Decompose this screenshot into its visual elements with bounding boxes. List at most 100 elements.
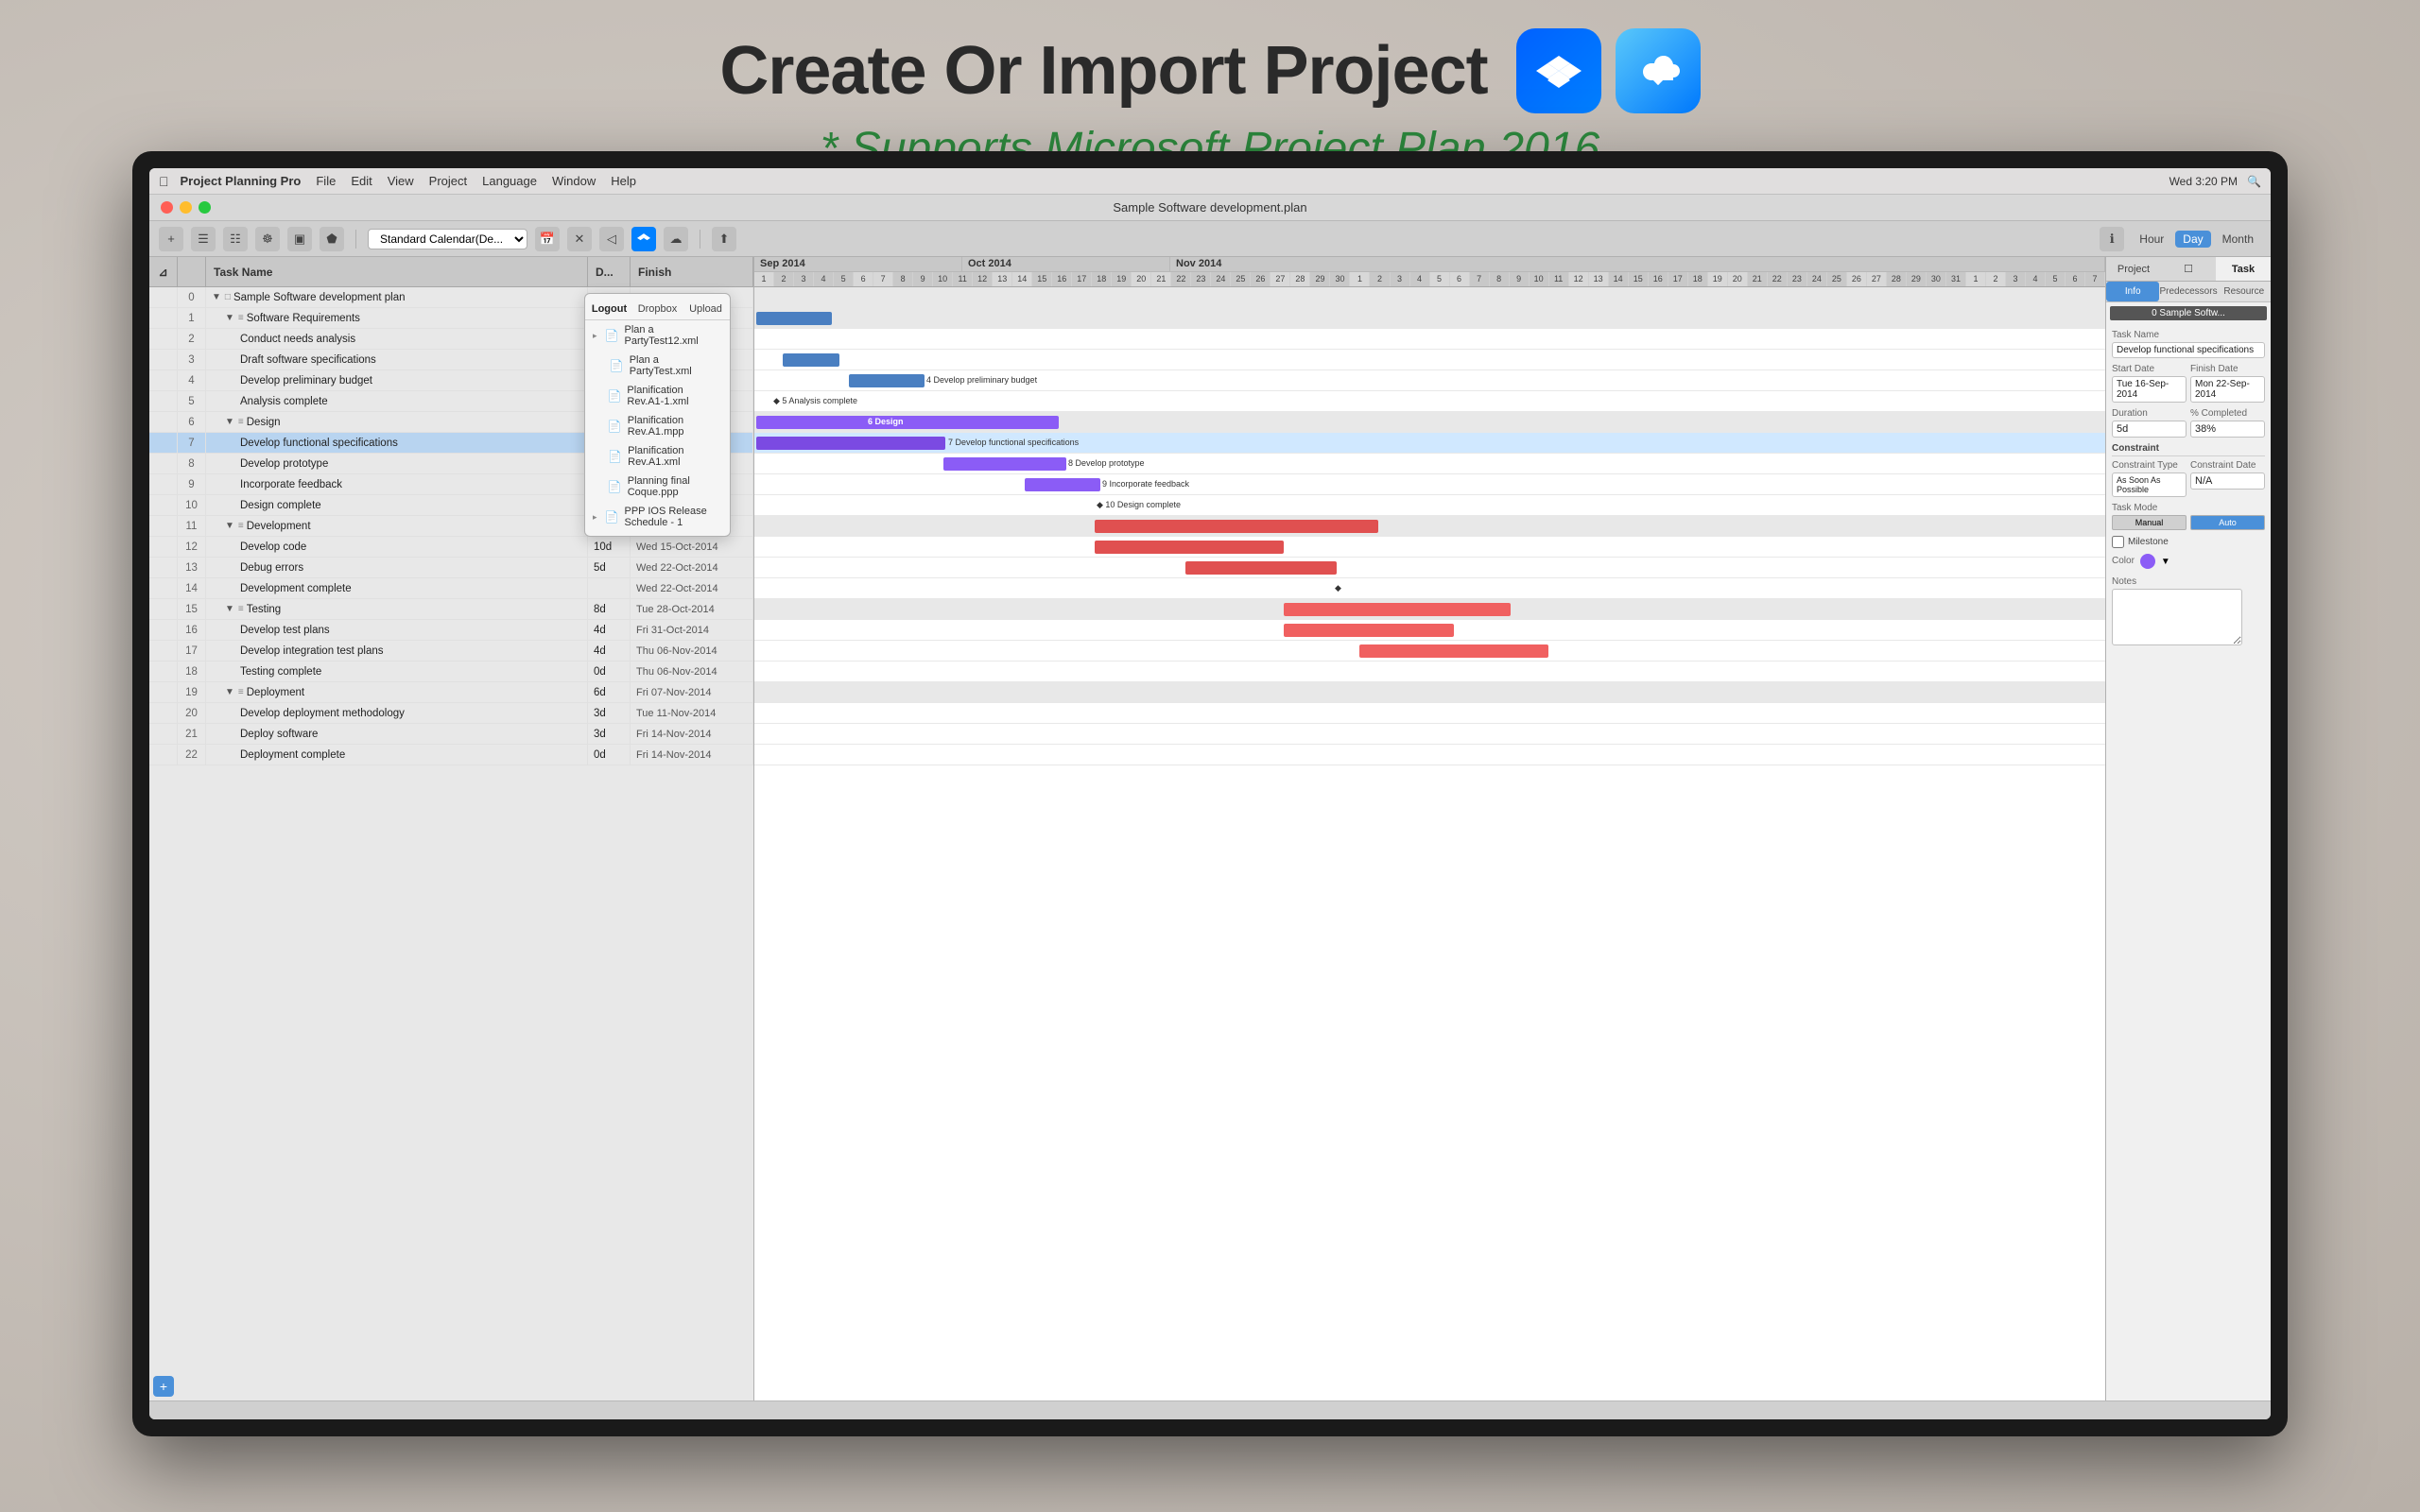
panel-finish-value[interactable]: Mon 22-Sep-2014 bbox=[2190, 376, 2265, 403]
gantt-day: 26 bbox=[1847, 272, 1867, 286]
menu-view[interactable]: View bbox=[388, 174, 414, 188]
toolbar-btn-1[interactable]: ☰ bbox=[191, 227, 216, 251]
gantt-body[interactable]: 4 Develop preliminary budget ◆ 5 Analysi… bbox=[754, 287, 2105, 1400]
window-controls bbox=[161, 201, 211, 214]
list-item[interactable]: 📄 Planification Rev.A1-1.xml bbox=[585, 381, 730, 411]
gantt-day: 16 bbox=[1649, 272, 1668, 286]
table-row[interactable]: 13 Debug errors 5d Wed 22-Oct-2014 bbox=[149, 558, 753, 578]
gantt-bar bbox=[783, 353, 839, 367]
list-item[interactable]: 📄 Plan a PartyTest.xml bbox=[585, 351, 730, 381]
right-tab-info[interactable]: ☐ bbox=[2161, 257, 2216, 281]
menu-app-name[interactable]: Project Planning Pro bbox=[181, 174, 302, 188]
view-day-button[interactable]: Day bbox=[2175, 231, 2210, 248]
gantt-bar-label: 6 Design bbox=[868, 417, 904, 426]
gantt-day: 12 bbox=[1569, 272, 1589, 286]
color-swatch[interactable] bbox=[2140, 554, 2155, 569]
toolbar-sep-1 bbox=[355, 230, 356, 249]
dropbox-toolbar-icon[interactable] bbox=[631, 227, 656, 251]
calendar-select[interactable]: Standard Calendar(De... bbox=[368, 229, 527, 249]
color-dropdown-icon[interactable]: ▼ bbox=[2161, 557, 2170, 567]
view-hour-button[interactable]: Hour bbox=[2132, 231, 2171, 248]
list-item[interactable]: 📄 Planification Rev.A1.mpp bbox=[585, 411, 730, 441]
gantt-row bbox=[754, 620, 2105, 641]
gantt-row: 7 Develop functional specifications bbox=[754, 433, 2105, 454]
dropdown-tab-dropbox[interactable]: Dropbox bbox=[633, 298, 682, 319]
menu-language[interactable]: Language bbox=[482, 174, 537, 188]
toolbar-btn-6[interactable]: ◁ bbox=[599, 227, 624, 251]
gantt-day: 20 bbox=[1132, 272, 1151, 286]
gantt-row: ◆ 10 Design complete bbox=[754, 495, 2105, 516]
right-tab-task[interactable]: Task bbox=[2216, 257, 2271, 281]
info-button[interactable]: ℹ bbox=[2100, 227, 2124, 251]
table-row[interactable]: 18 Testing complete 0d Thu 06-Nov-2014 bbox=[149, 662, 753, 682]
gantt-milestone-label: ◆ 5 Analysis complete bbox=[773, 396, 857, 406]
milestone-checkbox[interactable] bbox=[2112, 536, 2124, 548]
table-row[interactable]: 17 Develop integration test plans 4d Thu… bbox=[149, 641, 753, 662]
gantt-day: 6 bbox=[2066, 272, 2085, 286]
menu-window[interactable]: Window bbox=[552, 174, 596, 188]
window-close-button[interactable] bbox=[161, 201, 173, 214]
toolbar-btn-2[interactable]: ☷ bbox=[223, 227, 248, 251]
add-row-button[interactable]: + bbox=[153, 1376, 174, 1397]
panel-task-name-value[interactable]: Develop functional specifications bbox=[2112, 342, 2265, 358]
table-row[interactable]: 14 Development complete Wed 22-Oct-2014 bbox=[149, 578, 753, 599]
id-header bbox=[178, 257, 206, 286]
toolbar-btn-5[interactable]: ⬟ bbox=[320, 227, 344, 251]
view-month-button[interactable]: Month bbox=[2215, 231, 2261, 248]
gantt-row bbox=[754, 350, 2105, 370]
toolbar-share-button[interactable]: ⬆ bbox=[712, 227, 736, 251]
table-row[interactable]: 15 ▼≡Testing 8d Tue 28-Oct-2014 bbox=[149, 599, 753, 620]
filter-icon[interactable]: ⊿ bbox=[149, 257, 178, 286]
main-title-text: Create Or Import Project bbox=[719, 32, 1487, 110]
manual-mode-button[interactable]: Manual bbox=[2112, 515, 2187, 530]
toolbar-cloud-button[interactable]: ☁ bbox=[664, 227, 688, 251]
right-subtab-predecessors[interactable]: Predecessors bbox=[2159, 282, 2217, 301]
gantt-month-sep: Sep 2014 bbox=[754, 257, 962, 271]
table-row[interactable]: 22 Deployment complete 0d Fri 14-Nov-201… bbox=[149, 745, 753, 765]
panel-dur-pct-row: Duration 5d % Completed 38% bbox=[2112, 408, 2265, 443]
dropdown-tab-logout[interactable]: Logout bbox=[585, 298, 633, 319]
gantt-day: 2 bbox=[1370, 272, 1390, 286]
right-subtab-resource[interactable]: Resource bbox=[2218, 282, 2271, 301]
table-row[interactable]: 19 ▼≡Deployment 6d Fri 07-Nov-2014 bbox=[149, 682, 753, 703]
gantt-day: 28 bbox=[1290, 272, 1310, 286]
table-row[interactable]: 12 Develop code 10d Wed 15-Oct-2014 bbox=[149, 537, 753, 558]
gantt-day: 5 bbox=[2046, 272, 2066, 286]
notes-textarea[interactable] bbox=[2112, 589, 2242, 645]
add-task-button[interactable]: + bbox=[159, 227, 183, 251]
table-row[interactable]: 16 Develop test plans 4d Fri 31-Oct-2014 bbox=[149, 620, 753, 641]
menu-edit[interactable]: Edit bbox=[351, 174, 372, 188]
list-item[interactable]: ▸ 📄 Plan a PartyTest12.xml bbox=[585, 320, 730, 351]
menu-help[interactable]: Help bbox=[611, 174, 636, 188]
dropbox-icon bbox=[1516, 28, 1601, 113]
gantt-day: 7 bbox=[2085, 272, 2105, 286]
gantt-bar bbox=[1359, 644, 1548, 658]
toolbar-delete-button[interactable]: ✕ bbox=[567, 227, 592, 251]
table-row[interactable]: 20 Develop deployment methodology 3d Tue… bbox=[149, 703, 753, 724]
panel-duration-value[interactable]: 5d bbox=[2112, 421, 2187, 438]
window-maximize-button[interactable] bbox=[199, 201, 211, 214]
panel-start-value[interactable]: Tue 16-Sep-2014 bbox=[2112, 376, 2187, 403]
right-tab-project[interactable]: Project bbox=[2106, 257, 2161, 281]
dropdown-tab-upload[interactable]: Upload bbox=[682, 298, 730, 319]
table-row[interactable]: 21 Deploy software 3d Fri 14-Nov-2014 bbox=[149, 724, 753, 745]
gantt-day: 13 bbox=[1589, 272, 1609, 286]
gantt-day: 15 bbox=[1032, 272, 1052, 286]
list-item[interactable]: 📄 Planification Rev.A1.xml bbox=[585, 441, 730, 472]
gantt-day: 8 bbox=[893, 272, 913, 286]
panel-constraint-date-value[interactable]: N/A bbox=[2190, 472, 2265, 490]
panel-constraint-type-value[interactable]: As Soon As Possible bbox=[2112, 472, 2187, 497]
menu-file[interactable]: File bbox=[316, 174, 336, 188]
list-item[interactable]: 📄 Planning final Coque.ppp bbox=[585, 472, 730, 502]
panel-pct-value[interactable]: 38% bbox=[2190, 421, 2265, 438]
auto-mode-button[interactable]: Auto bbox=[2190, 515, 2265, 530]
toolbar-btn-3[interactable]: ☸ bbox=[255, 227, 280, 251]
window-minimize-button[interactable] bbox=[180, 201, 192, 214]
toolbar-btn-4[interactable]: ▣ bbox=[287, 227, 312, 251]
menu-search-icon[interactable]: 🔍 bbox=[2247, 175, 2261, 188]
right-subtab-info[interactable]: Info bbox=[2106, 282, 2159, 301]
toolbar-calendar-icon[interactable]: 📅 bbox=[535, 227, 560, 251]
menu-project[interactable]: Project bbox=[429, 174, 467, 188]
gantt-day: 4 bbox=[1410, 272, 1430, 286]
list-item[interactable]: ▸ 📄 PPP IOS Release Schedule - 1 bbox=[585, 502, 730, 532]
